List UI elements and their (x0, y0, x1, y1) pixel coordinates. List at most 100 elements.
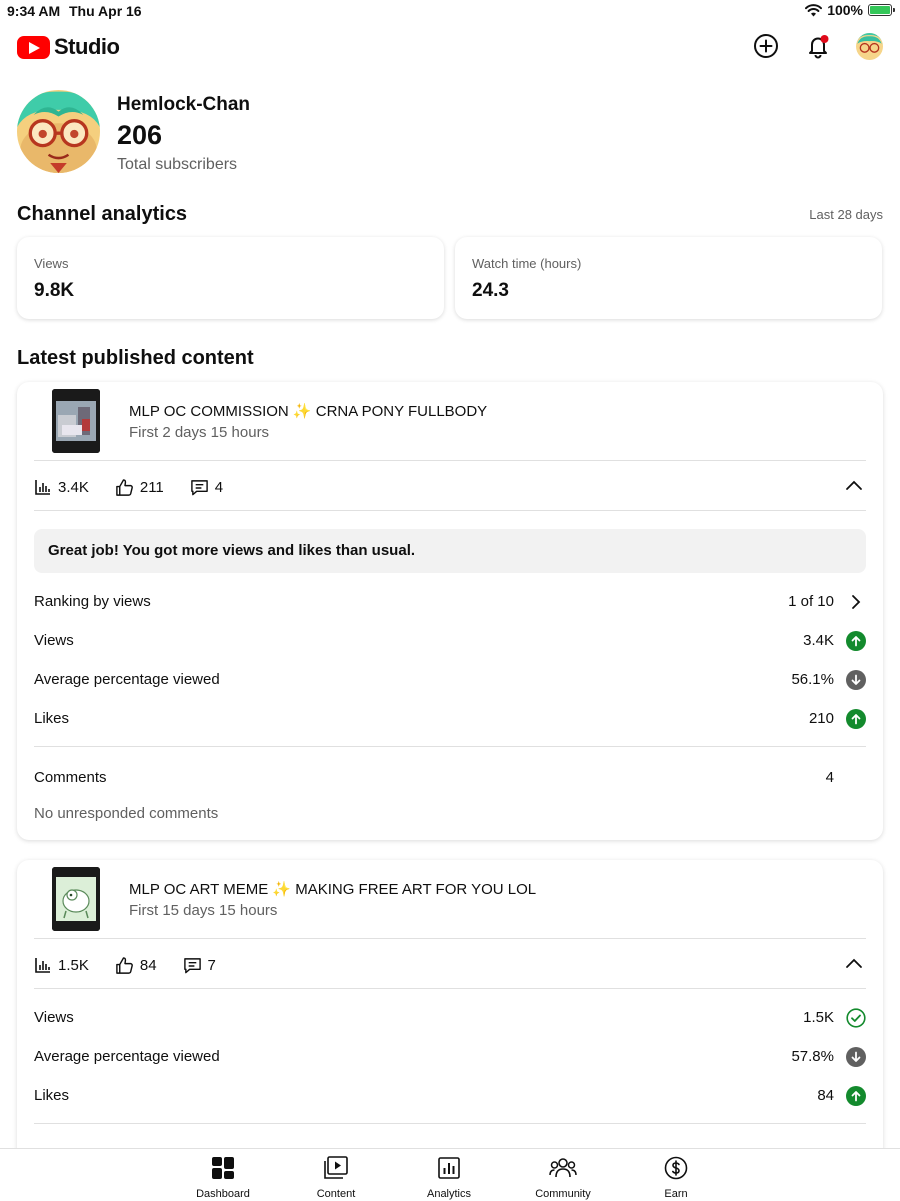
stat-value: 56.1% (791, 671, 834, 688)
video-subtitle: First 15 days 15 hours (129, 902, 278, 919)
collapse-chevron-icon[interactable] (845, 957, 863, 969)
subscriber-count: 206 (117, 120, 163, 150)
comments-row[interactable]: Comments 4 (34, 766, 866, 790)
latest-content-title: Latest published content (17, 347, 254, 369)
analytics-title: Channel analytics (17, 203, 188, 225)
dollar-circle-icon (664, 1156, 688, 1180)
analytics-period: Last 28 days (809, 207, 883, 222)
nav-dashboard[interactable]: Dashboard (173, 1155, 273, 1200)
divider (34, 746, 866, 747)
video-comments-metric: 4 (190, 478, 223, 497)
battery-percent: 100% (827, 2, 863, 18)
bar-chart-icon (35, 480, 50, 495)
views-card-value: 9.8K (34, 280, 75, 301)
video-subtitle: First 2 days 15 hours (129, 424, 270, 441)
divider (34, 938, 866, 939)
stat-row-avg-viewed: Average percentage viewed 56.1% (34, 668, 866, 692)
status-bar: 9:34 AM Thu Apr 16 100% (0, 0, 900, 22)
notifications-button[interactable] (804, 32, 832, 60)
stat-label: Views (34, 1009, 74, 1026)
create-button[interactable] (752, 32, 780, 60)
nav-analytics[interactable]: Analytics (399, 1155, 499, 1200)
trend-down-icon (846, 1047, 866, 1067)
stat-row-likes: Likes 84 (34, 1084, 866, 1108)
top-actions (752, 32, 883, 60)
channel-avatar-image (17, 90, 100, 173)
trend-down-icon (846, 670, 866, 690)
bell-icon (809, 35, 829, 59)
nav-analytics-label: Analytics (426, 1188, 472, 1200)
video-views-metric: 3.4K (34, 478, 89, 496)
subscriber-label: Total subscribers (117, 156, 238, 173)
nav-earn-label: Earn (664, 1188, 688, 1200)
channel-name: Hemlock-Chan (117, 94, 251, 115)
video-metrics: 1.5K 84 7 (34, 953, 242, 977)
watch-time-card-label: Watch time (hours) (472, 256, 582, 271)
video-thumbnail[interactable] (52, 867, 100, 931)
video-card: MLP OC ART MEME ✨ MAKING FREE ART FOR YO… (17, 860, 883, 1160)
ranking-row[interactable]: Ranking by views 1 of 10 (34, 590, 866, 614)
collapse-chevron-icon[interactable] (845, 479, 863, 491)
watch-time-card-value: 24.3 (472, 280, 509, 301)
watch-time-card[interactable]: Watch time (hours) 24.3 (455, 237, 882, 319)
nav-dashboard-label: Dashboard (196, 1188, 250, 1200)
stat-row-likes: Likes 210 (34, 707, 866, 731)
status-time: 9:34 AM (7, 3, 61, 19)
stat-value: 84 (817, 1087, 834, 1104)
account-avatar[interactable] (856, 32, 883, 60)
wifi-icon (805, 3, 823, 16)
community-icon (549, 1158, 577, 1178)
stat-label: Views (34, 632, 74, 649)
nav-content[interactable]: Content (286, 1155, 386, 1200)
stat-value: 3.4K (803, 632, 834, 649)
youtube-studio-logo[interactable]: Studio (17, 34, 120, 60)
divider (34, 988, 866, 989)
channel-profile: Hemlock-Chan 206 Total subscribers (17, 90, 883, 174)
channel-avatar[interactable] (17, 90, 100, 173)
avatar-image (856, 32, 883, 60)
stat-value: 57.8% (791, 1048, 834, 1065)
content-icon (324, 1156, 348, 1179)
trend-up-icon (846, 709, 866, 729)
views-card[interactable]: Views 9.8K (17, 237, 444, 319)
status-date: Thu Apr 16 (69, 3, 142, 19)
video-metrics: 3.4K 211 4 (34, 475, 249, 499)
comments-note: No unresponded comments (34, 805, 219, 822)
video-comments-value: 7 (207, 956, 216, 974)
dashboard-icon (212, 1157, 234, 1179)
video-thumbnail-image (52, 389, 100, 453)
stat-label: Likes (34, 710, 70, 727)
stat-label: Average percentage viewed (34, 671, 220, 688)
video-comments-value: 4 (214, 478, 224, 496)
top-bar: Studio (0, 26, 900, 68)
trend-up-icon (846, 631, 866, 651)
video-likes-value: 211 (139, 478, 164, 496)
stat-row-avg-viewed: Average percentage viewed 57.8% (34, 1045, 866, 1069)
app-title: Studio (54, 34, 120, 59)
video-views-value: 1.5K (58, 956, 89, 974)
stat-value: 1.5K (803, 1009, 834, 1026)
video-card: MLP OC COMMISSION ✨ CRNA PONY FULLBODY F… (17, 382, 883, 840)
video-likes-metric: 84 (115, 956, 157, 975)
bottom-navigation: Dashboard Content Analytics Community Ea… (0, 1148, 900, 1201)
bar-chart-icon (35, 958, 50, 973)
video-thumbnail-image (52, 867, 100, 931)
video-title[interactable]: MLP OC ART MEME ✨ MAKING FREE ART FOR YO… (129, 880, 536, 898)
video-thumbnail[interactable] (52, 389, 100, 453)
nav-community[interactable]: Community (513, 1155, 613, 1200)
youtube-play-icon (17, 35, 50, 59)
stat-label: Average percentage viewed (34, 1048, 220, 1065)
stat-row-views: Views 3.4K (34, 629, 866, 653)
thumbs-up-icon (116, 956, 133, 974)
plus-circle-icon (754, 34, 778, 58)
check-circle-icon (846, 1008, 866, 1028)
video-title[interactable]: MLP OC COMMISSION ✨ CRNA PONY FULLBODY (129, 402, 487, 420)
video-views-metric: 1.5K (34, 956, 89, 974)
stat-label: Likes (34, 1087, 70, 1104)
nav-community-label: Community (535, 1188, 591, 1200)
battery-icon (868, 4, 895, 16)
video-likes-value: 84 (139, 956, 157, 974)
nav-earn[interactable]: Earn (626, 1155, 726, 1200)
trend-up-icon (846, 1086, 866, 1106)
video-comments-metric: 7 (183, 956, 216, 975)
